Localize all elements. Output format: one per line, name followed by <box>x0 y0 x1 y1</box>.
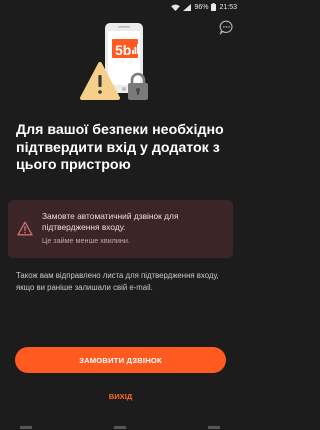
alert-message: Замовте автоматичний дзвінок для підтвер… <box>42 211 179 232</box>
svg-text:5b: 5b <box>115 42 131 58</box>
exit-button[interactable]: ВИХІД <box>80 388 161 404</box>
status-bar: 96% 21:53 <box>0 0 241 14</box>
brand-logo-icon: 5b <box>112 39 139 58</box>
phone-warning-lock-illustration: 5b <box>80 23 148 100</box>
home-nav-icon <box>114 426 126 429</box>
recents-nav-icon <box>208 426 220 429</box>
wifi-icon <box>171 4 181 11</box>
order-call-button[interactable]: ЗАМОВИТИ ДЗВІНОК <box>15 347 226 373</box>
battery-icon <box>211 3 217 11</box>
signal-icon <box>183 3 192 11</box>
warning-triangle-icon <box>17 221 33 236</box>
page-title: Для вашої безпеки необхідно підтвердити … <box>16 122 224 173</box>
chat-bubble-icon[interactable] <box>219 20 234 35</box>
battery-percent: 96% <box>194 3 209 11</box>
nav-bar <box>20 426 220 429</box>
clock: 21:53 <box>219 3 237 11</box>
back-nav-icon <box>20 426 32 429</box>
info-text: Також вам відправлено листа для підтверд… <box>16 271 219 292</box>
alert-subtext: Це займе менше хвилини. <box>42 236 130 245</box>
alert-box: Замовте автоматичний дзвінок для підтвер… <box>8 200 233 258</box>
